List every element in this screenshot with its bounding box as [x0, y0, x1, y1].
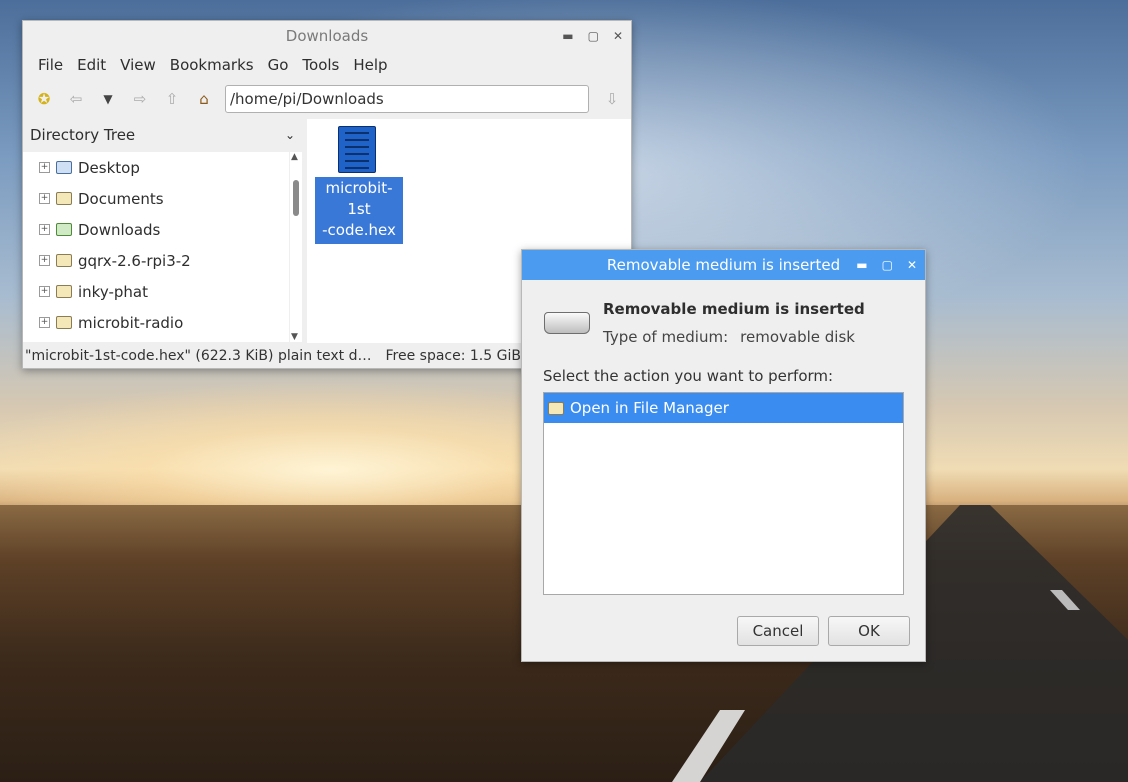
removable-medium-dialog: Removable medium is inserted ▬ ▢ ✕ Remov…: [521, 249, 926, 662]
history-chevron-down-icon[interactable]: ▼: [97, 88, 119, 110]
tree-item-desktop[interactable]: + Desktop: [23, 152, 289, 183]
folder-icon: [548, 401, 564, 415]
close-icon[interactable]: ✕: [613, 29, 623, 43]
go-icon[interactable]: ⇩: [601, 88, 623, 110]
file-label-line: -code.hex: [322, 221, 396, 239]
up-folder-icon[interactable]: ⇧: [161, 88, 183, 110]
expand-icon[interactable]: +: [39, 193, 50, 204]
tree-item-microbit-radio[interactable]: + microbit-radio: [23, 307, 289, 338]
tree-item-downloads[interactable]: + Downloads: [23, 214, 289, 245]
tree-item-label: gqrx-2.6-rpi3-2: [78, 251, 191, 270]
home-icon[interactable]: ⌂: [193, 88, 215, 110]
expand-icon[interactable]: +: [39, 317, 50, 328]
cancel-button[interactable]: Cancel: [737, 616, 819, 646]
tree-item-documents[interactable]: + Documents: [23, 183, 289, 214]
tree-item-inky-phat[interactable]: + inky-phat: [23, 276, 289, 307]
tree-item-label: Downloads: [78, 220, 161, 239]
folder-icon: [56, 316, 72, 329]
scroll-down-icon[interactable]: ▼: [291, 332, 298, 342]
menu-bookmarks[interactable]: Bookmarks: [163, 56, 261, 74]
new-tab-icon[interactable]: ✪: [33, 88, 55, 110]
tree-item-label: Desktop: [78, 158, 140, 177]
sidebar-mode-selector[interactable]: Directory Tree ⌄: [23, 119, 303, 151]
window-title: Downloads: [285, 27, 369, 45]
medium-type-row: Type of medium: removable disk: [603, 328, 855, 346]
expand-icon[interactable]: +: [39, 286, 50, 297]
minimize-icon[interactable]: ▬: [856, 258, 867, 272]
maximize-icon[interactable]: ▢: [882, 258, 893, 272]
close-icon[interactable]: ✕: [907, 258, 917, 272]
desktop-folder-icon: [56, 161, 72, 174]
tree-item-gqrx[interactable]: + gqrx-2.6-rpi3-2: [23, 245, 289, 276]
file-label-line: microbit-1st: [325, 179, 393, 218]
action-list[interactable]: Open in File Manager: [543, 392, 904, 595]
expand-icon[interactable]: +: [39, 255, 50, 266]
folder-icon: [56, 254, 72, 267]
tree-scrollbar[interactable]: ▲ ▼: [290, 152, 302, 342]
expand-icon[interactable]: +: [39, 224, 50, 235]
toolbar: ✪ ⇦ ▼ ⇨ ⇧ ⌂ /home/pi/Downloads ⇩: [23, 79, 631, 119]
directory-tree: + Desktop + Documents + Downloads + gqrx…: [23, 152, 289, 342]
action-prompt: Select the action you want to perform:: [543, 367, 834, 385]
chevron-down-icon[interactable]: ⌄: [285, 128, 295, 142]
dialog-titlebar[interactable]: Removable medium is inserted ▬ ▢ ✕: [522, 250, 925, 280]
menu-tools[interactable]: Tools: [295, 56, 346, 74]
path-input[interactable]: /home/pi/Downloads: [225, 85, 589, 113]
minimize-icon[interactable]: ▬: [562, 29, 573, 43]
tree-item-label: Documents: [78, 189, 164, 208]
menu-help[interactable]: Help: [346, 56, 394, 74]
back-icon[interactable]: ⇦: [65, 88, 87, 110]
text-file-icon[interactable]: [338, 126, 376, 173]
documents-folder-icon: [56, 192, 72, 205]
removable-drive-icon: [544, 312, 590, 334]
forward-icon[interactable]: ⇨: [129, 88, 151, 110]
file-manager-titlebar[interactable]: Downloads ▬ ▢ ✕: [23, 21, 631, 51]
medium-type-value: removable disk: [740, 328, 855, 346]
list-item-open-in-file-manager[interactable]: Open in File Manager: [544, 393, 903, 423]
sidebar-label: Directory Tree: [30, 126, 136, 144]
dialog-title: Removable medium is inserted: [606, 256, 841, 274]
downloads-folder-icon: [56, 223, 72, 236]
file-name-label[interactable]: microbit-1st -code.hex: [315, 177, 403, 244]
list-item-label: Open in File Manager: [570, 399, 729, 417]
ok-button[interactable]: OK: [828, 616, 910, 646]
expand-icon[interactable]: +: [39, 162, 50, 173]
menu-view[interactable]: View: [113, 56, 163, 74]
maximize-icon[interactable]: ▢: [588, 29, 599, 43]
menu-edit[interactable]: Edit: [70, 56, 113, 74]
sidebar: Directory Tree ⌄ + Desktop + Documents +…: [23, 119, 303, 343]
status-file-info: "microbit-1st-code.hex" (622.3 KiB) plai…: [25, 347, 372, 364]
medium-type-label: Type of medium:: [603, 328, 729, 346]
tree-item-label: microbit-radio: [78, 313, 184, 332]
scrollbar-thumb[interactable]: [293, 180, 299, 216]
menu-bar: File Edit View Bookmarks Go Tools Help: [23, 51, 631, 79]
menu-file[interactable]: File: [31, 56, 70, 74]
dialog-heading: Removable medium is inserted: [603, 300, 865, 318]
tree-item-label: inky-phat: [78, 282, 148, 301]
folder-icon: [56, 285, 72, 298]
scroll-up-icon[interactable]: ▲: [291, 152, 298, 162]
menu-go[interactable]: Go: [261, 56, 296, 74]
